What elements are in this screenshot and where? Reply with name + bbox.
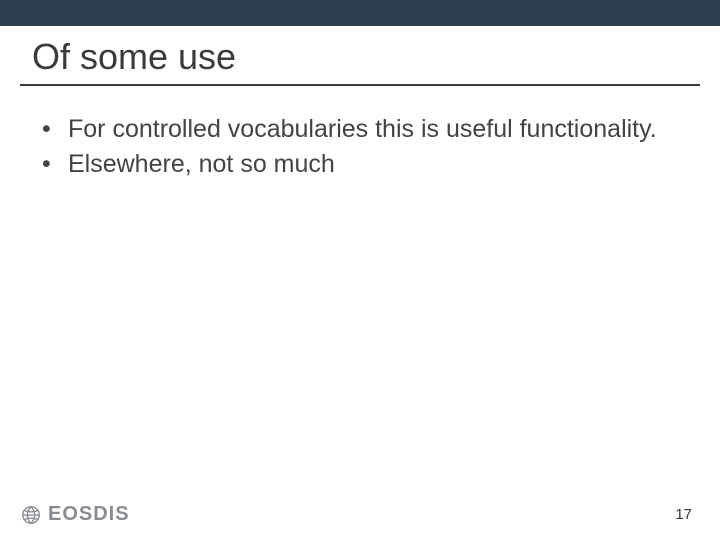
top-bar [0, 0, 720, 26]
slide-title: Of some use [32, 36, 688, 78]
bullet-list: For controlled vocabularies this is usef… [40, 114, 680, 181]
page-number: 17 [675, 506, 692, 523]
title-underline [20, 84, 700, 86]
globe-icon [20, 504, 42, 526]
list-item: For controlled vocabularies this is usef… [40, 114, 680, 145]
bullet-text: For controlled vocabularies this is usef… [68, 115, 657, 143]
slide-footer: EOSDIS 17 [0, 503, 720, 526]
logo-text: EOSDIS [48, 503, 130, 526]
slide-body: For controlled vocabularies this is usef… [40, 114, 680, 181]
brand-logo: EOSDIS [20, 503, 130, 526]
list-item: Elsewhere, not so much [40, 149, 680, 180]
bullet-text: Elsewhere, not so much [68, 150, 335, 178]
